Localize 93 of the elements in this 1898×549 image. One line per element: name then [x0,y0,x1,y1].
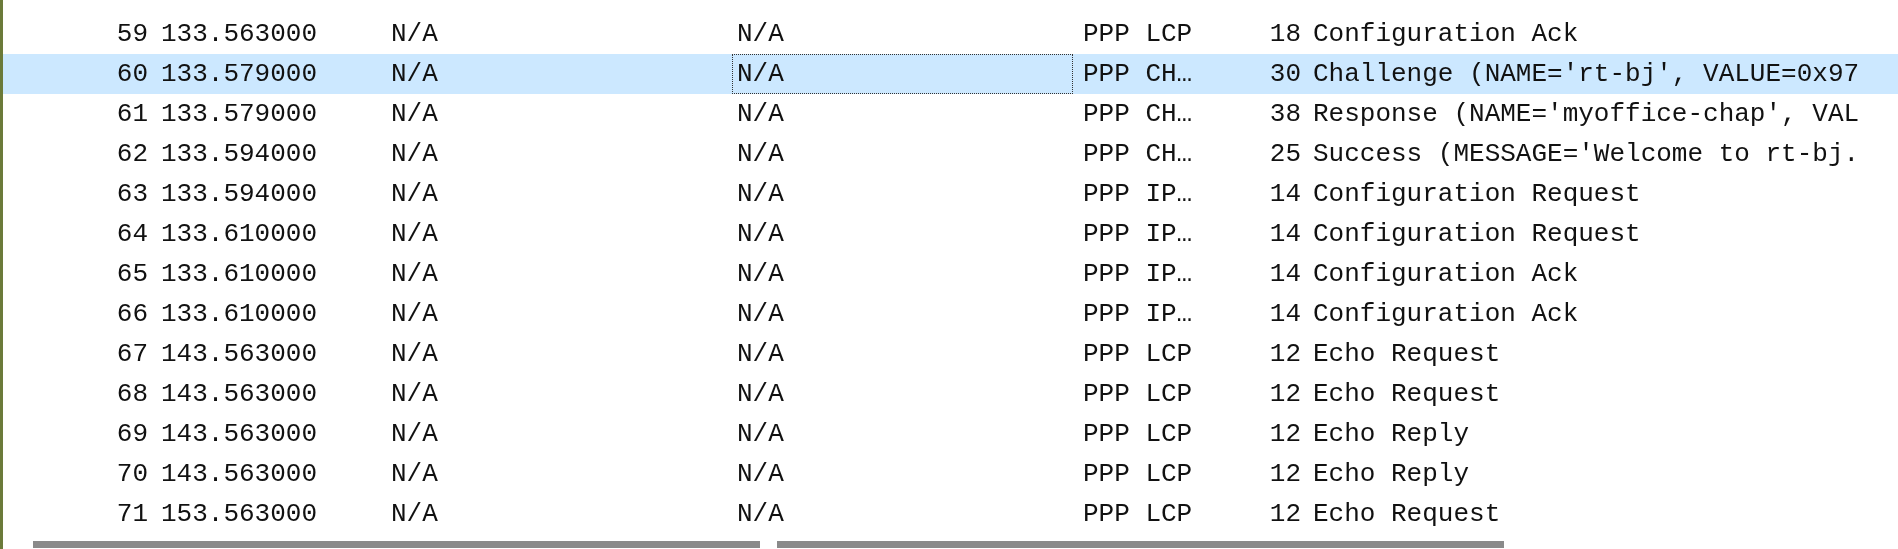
time-cell: 143.563000 [161,458,318,489]
info-cell: Echo Reply [1313,418,1470,449]
destination-cell-text: N/A [736,337,785,371]
destination-cell-text: N/A [736,377,785,411]
time-cell: 133.610000 [161,298,318,329]
destination-cell-text: N/A [736,417,785,451]
destination-cell-text: N/A [736,177,785,211]
length-cell-text: 14 [1268,257,1301,291]
number-cell-text: 70 [115,457,148,491]
protocol-cell: PPP CH… [1083,138,1193,169]
info-cell: Success (MESSAGE='Welcome to rt-bj. [1313,138,1860,169]
length-cell-text: 12 [1268,377,1301,411]
time-cell: 133.579000 [161,98,318,129]
source-cell: N/A [391,18,438,49]
length-cell-text: 12 [1268,457,1301,491]
length-cell-text: 12 [1268,417,1301,451]
source-cell: N/A [391,338,438,369]
protocol-cell: PPP CH… [1083,58,1193,89]
source-cell: N/A [391,98,438,129]
source-cell: N/A [391,298,438,329]
protocol-cell: PPP CH… [1083,98,1193,129]
destination-cell-text: N/A [736,497,785,531]
time-cell: 153.563000 [161,498,318,529]
time-cell: 133.594000 [161,138,318,169]
source-cell: N/A [391,498,438,529]
number-cell-text: 64 [115,217,148,251]
info-cell: Response (NAME='myoffice-chap', VAL [1313,98,1860,129]
protocol-cell: PPP IP… [1083,258,1193,289]
time-cell: 133.610000 [161,258,318,289]
info-cell: Echo Request [1313,378,1501,409]
source-cell: N/A [391,58,438,89]
source-cell: N/A [391,218,438,249]
number-cell-text: 68 [115,377,148,411]
length-cell-text: 18 [1268,17,1301,51]
protocol-cell: PPP IP… [1083,178,1193,209]
info-cell: Echo Request [1313,338,1501,369]
number-cell-text: 63 [115,177,148,211]
number-cell-text: 71 [115,497,148,531]
length-cell-text: 12 [1268,337,1301,371]
length-cell-text: 14 [1268,217,1301,251]
protocol-cell: PPP LCP [1083,378,1193,409]
destination-cell-text: N/A [736,257,785,291]
info-cell: Echo Reply [1313,458,1470,489]
time-cell: 133.579000 [161,58,318,89]
source-cell: N/A [391,378,438,409]
protocol-cell: PPP LCP [1083,18,1193,49]
protocol-cell: PPP LCP [1083,338,1193,369]
number-cell-text: 65 [115,257,148,291]
scrollbar-thumb[interactable] [33,541,760,548]
length-cell-text: 14 [1268,297,1301,331]
destination-cell-text: N/A [736,457,785,491]
number-cell-text: 62 [115,137,148,171]
info-cell: Configuration Ack [1313,298,1579,329]
time-cell: 143.563000 [161,338,318,369]
protocol-cell: PPP IP… [1083,298,1193,329]
time-cell: 133.563000 [161,18,318,49]
info-cell: Configuration Ack [1313,258,1579,289]
time-cell: 133.610000 [161,218,318,249]
number-cell-text: 61 [115,97,148,131]
destination-cell-text: N/A [736,137,785,171]
destination-cell-text: N/A [736,97,785,131]
info-cell: Configuration Request [1313,178,1641,209]
source-cell: N/A [391,258,438,289]
length-cell-text: 30 [1268,57,1301,91]
time-cell: 143.563000 [161,378,318,409]
time-cell: 143.563000 [161,418,318,449]
length-cell-text: 14 [1268,177,1301,211]
protocol-cell: PPP LCP [1083,418,1193,449]
time-cell: 133.594000 [161,178,318,209]
scrollbar-thumb[interactable] [777,541,1504,548]
number-cell-text: 67 [115,337,148,371]
source-cell: N/A [391,458,438,489]
source-cell: N/A [391,138,438,169]
length-cell-text: 12 [1268,497,1301,531]
packet-row[interactable]: 60 133.579000 N/A N/A PPP CH… 30 Challenge (NAME='rt-bj', VALUE=0x97 [3,54,1898,94]
protocol-cell: PPP LCP [1083,458,1193,489]
info-cell: Challenge (NAME='rt-bj', VALUE=0x97 [1313,58,1860,89]
info-cell: Echo Request [1313,498,1501,529]
destination-cell-text: N/A [736,217,785,251]
source-cell: N/A [391,178,438,209]
length-cell-text: 25 [1268,137,1301,171]
protocol-cell: PPP LCP [1083,498,1193,529]
length-cell-text: 38 [1268,97,1301,131]
number-cell-text: 59 [115,17,148,51]
number-cell-text: 69 [115,417,148,451]
protocol-cell: PPP IP… [1083,218,1193,249]
number-cell-text: 66 [115,297,148,331]
number-cell-text: 60 [115,57,148,91]
info-cell: Configuration Ack [1313,18,1579,49]
info-cell: Configuration Request [1313,218,1641,249]
destination-cell-text: N/A [736,17,785,51]
destination-cell-text: N/A [736,297,785,331]
source-cell: N/A [391,418,438,449]
